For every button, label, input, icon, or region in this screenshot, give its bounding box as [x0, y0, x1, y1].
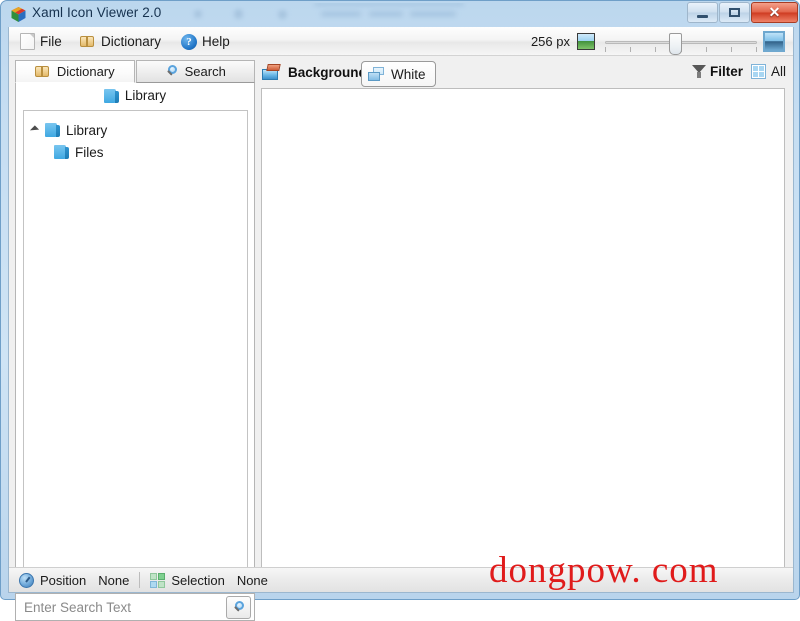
library-tree[interactable]: Library Files: [23, 110, 248, 580]
small-image-icon[interactable]: [577, 33, 595, 50]
title-bar: Xaml Icon Viewer 2.0 ✕: [1, 1, 800, 27]
window-title: Xaml Icon Viewer 2.0: [32, 5, 162, 20]
right-pane: Background White Filter All: [259, 60, 787, 588]
background-color-button[interactable]: White: [361, 61, 436, 87]
zoom-slider[interactable]: [605, 33, 757, 55]
search-input[interactable]: [16, 594, 224, 620]
book-icon: [34, 65, 51, 78]
application-window: Xaml Icon Viewer 2.0 ✕ File Dictionary ?…: [0, 0, 800, 621]
menu-bar: File Dictionary ? Help 256 px: [9, 27, 793, 56]
page-icon: [20, 33, 35, 50]
menu-item-dictionary[interactable]: Dictionary: [75, 31, 166, 52]
chevron-expanded-icon[interactable]: [30, 125, 40, 135]
menu-item-file[interactable]: File: [15, 31, 67, 52]
background-label: Background: [262, 64, 367, 80]
minimize-button[interactable]: [687, 2, 718, 23]
status-position: Position None: [9, 568, 139, 592]
library-cube-icon: [45, 122, 61, 138]
position-clock-icon: [19, 572, 34, 588]
library-header: Library: [16, 83, 254, 108]
restore-icon: [729, 8, 740, 17]
menu-item-help-label: Help: [202, 34, 230, 49]
tab-dictionary-label: Dictionary: [56, 64, 115, 79]
tab-dictionary[interactable]: Dictionary: [15, 60, 135, 83]
help-circle-icon: ?: [181, 33, 197, 50]
status-position-label: Position: [40, 572, 87, 588]
menu-item-help[interactable]: ? Help: [176, 31, 235, 52]
tab-strip: Dictionary Search: [15, 60, 255, 83]
book-icon: [80, 35, 96, 48]
tree-item-files[interactable]: Files: [54, 141, 247, 163]
menu-item-file-label: File: [40, 34, 62, 49]
menu-item-dictionary-label: Dictionary: [101, 34, 162, 49]
layers-icon: [368, 66, 385, 82]
close-icon: ✕: [768, 4, 781, 20]
minimize-icon: [697, 15, 708, 18]
filter-label-text: Filter: [709, 64, 743, 79]
grid-four-pane-icon: [750, 64, 766, 79]
left-pane: Dictionary Search Library Library Files: [15, 60, 255, 588]
background-picture-icon: [262, 64, 281, 80]
tab-search[interactable]: Search: [135, 60, 255, 83]
funnel-icon: [691, 64, 706, 79]
library-cube-icon: [54, 144, 70, 160]
status-position-value: None: [98, 572, 130, 588]
tab-search-label: Search: [184, 64, 226, 79]
background-color-value: White: [391, 66, 426, 82]
library-panel: Library Library Files: [15, 83, 255, 588]
xaml-pinwheel-icon: [11, 7, 26, 22]
zoom-size-label: 256 px: [530, 34, 570, 49]
zoom-slider-thumb[interactable]: [669, 33, 682, 55]
restore-button[interactable]: [719, 2, 750, 23]
tree-item-library[interactable]: Library: [30, 119, 247, 141]
tree-item-library-label: Library: [66, 122, 108, 138]
search-box[interactable]: [15, 593, 255, 621]
window-controls: ✕: [686, 2, 798, 23]
magnifier-icon: [165, 64, 179, 79]
client-area: File Dictionary ? Help 256 px Dictionary…: [8, 27, 794, 621]
tree-item-files-label: Files: [75, 144, 104, 160]
close-button[interactable]: ✕: [751, 2, 798, 23]
filter-all-label: All: [770, 64, 786, 79]
library-header-label: Library: [124, 88, 167, 103]
filter-group: Filter All: [691, 64, 786, 79]
background-label-text: Background: [288, 64, 367, 80]
filter-button[interactable]: Filter: [691, 64, 743, 79]
icon-preview-canvas[interactable]: [261, 88, 785, 586]
status-selection-value: None: [236, 572, 268, 588]
selection-grid-icon: [150, 572, 166, 588]
large-image-icon[interactable]: [763, 31, 785, 52]
status-selection-label: Selection: [171, 572, 225, 588]
search-button[interactable]: [226, 596, 251, 619]
status-bar: Position None Selection None: [9, 567, 793, 592]
library-cube-icon: [103, 88, 120, 104]
filter-all-button[interactable]: All: [750, 64, 786, 79]
magnifier-icon: [232, 600, 246, 615]
status-selection: Selection None: [140, 568, 278, 592]
title-bar-blurred-region: [186, 3, 481, 25]
